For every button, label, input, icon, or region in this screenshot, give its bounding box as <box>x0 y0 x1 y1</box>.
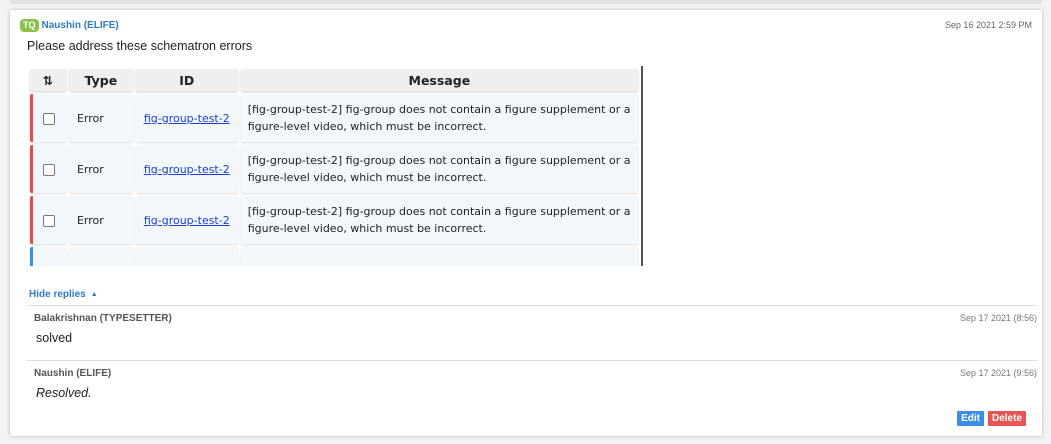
reply-actions: Edit Delete <box>957 411 1026 426</box>
row-checkbox[interactable] <box>43 163 56 176</box>
row-id-cell: fig-group-test-2 <box>135 145 238 193</box>
row-type: Error <box>68 196 133 244</box>
hide-replies-label: Hide replies <box>29 289 86 300</box>
row-id-link[interactable]: fig-group-test-2 <box>144 163 230 176</box>
table-row: Error fig-group-test-2 [fig-group-test-2… <box>30 196 638 244</box>
row-checkbox[interactable] <box>43 214 56 227</box>
comment-message: Please address these schematron errors <box>27 39 253 53</box>
table-row-partial <box>30 247 638 266</box>
reply-text: Resolved. <box>36 386 92 400</box>
reply-author: Naushin (ELIFE) <box>34 368 112 379</box>
row-select-cell <box>30 145 66 193</box>
hide-replies-toggle[interactable]: Hide replies ▲ <box>29 289 98 300</box>
sort-icon[interactable]: ⇅ <box>30 69 66 91</box>
column-header-id[interactable]: ID <box>135 69 238 91</box>
reply-item: Naushin (ELIFE) Sep 17 2021 (9:56) Resol… <box>27 360 1037 415</box>
column-header-message[interactable]: Message <box>240 69 638 91</box>
row-select-cell <box>30 94 66 142</box>
reply-date: Sep 17 2021 (9:56) <box>959 368 1037 378</box>
row-message: [fig-group-test-2] fig-group does not co… <box>240 94 638 142</box>
row-type: Error <box>68 145 133 193</box>
reply-date: Sep 17 2021 (8:56) <box>959 313 1037 323</box>
divider <box>27 360 1037 361</box>
row-message: [fig-group-test-2] fig-group does not co… <box>240 196 638 244</box>
row-id-cell: fig-group-test-2 <box>135 94 238 142</box>
comment-card: TQ Naushin (ELIFE) Sep 16 2021 2:59 PM P… <box>10 10 1042 436</box>
edit-button[interactable]: Edit <box>957 411 984 426</box>
row-message-empty <box>240 247 638 266</box>
row-message: [fig-group-test-2] fig-group does not co… <box>240 145 638 193</box>
divider <box>27 305 1037 306</box>
column-header-type[interactable]: Type <box>68 69 133 91</box>
table-row: Error fig-group-test-2 [fig-group-test-2… <box>30 145 638 193</box>
caret-up-icon: ▲ <box>90 291 98 298</box>
delete-button[interactable]: Delete <box>987 411 1026 426</box>
reply-text: solved <box>36 331 73 345</box>
reply-item: Balakrishnan (TYPESETTER) Sep 17 2021 (8… <box>27 305 1037 360</box>
row-id-link[interactable]: fig-group-test-2 <box>144 214 230 227</box>
author-avatar: TQ <box>20 18 39 32</box>
schematron-table-container[interactable]: ⇅ Type ID Message Error fig-group-test-2… <box>27 66 643 266</box>
previous-card-edge <box>10 0 1042 4</box>
comment-header: TQ Naushin (ELIFE) <box>20 18 119 32</box>
row-select-cell <box>30 196 66 244</box>
comment-date: Sep 16 2021 2:59 PM <box>944 20 1032 30</box>
comment-author[interactable]: Naushin (ELIFE) <box>42 20 119 31</box>
row-type: Error <box>68 94 133 142</box>
table-header-row: ⇅ Type ID Message <box>30 69 638 91</box>
schematron-table: ⇅ Type ID Message Error fig-group-test-2… <box>27 66 641 266</box>
row-select-cell <box>30 247 66 266</box>
row-id-link[interactable]: fig-group-test-2 <box>144 112 230 125</box>
row-id-cell: fig-group-test-2 <box>135 196 238 244</box>
reply-author: Balakrishnan (TYPESETTER) <box>34 313 172 324</box>
row-id-empty <box>135 247 238 266</box>
table-row: Error fig-group-test-2 [fig-group-test-2… <box>30 94 638 142</box>
row-type-empty <box>68 247 133 266</box>
row-checkbox[interactable] <box>43 112 56 125</box>
